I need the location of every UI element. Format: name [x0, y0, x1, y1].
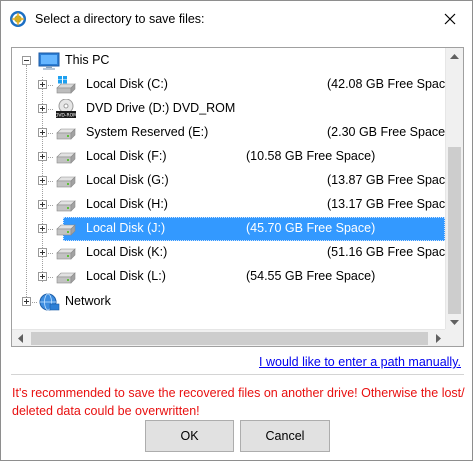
computer-icon: [38, 51, 60, 71]
scroll-left-arrow-icon[interactable]: [12, 330, 29, 346]
free-space-label: (54.55 GB Free Space): [246, 269, 376, 283]
tree-node-drive[interactable]: System Reserved (E:) (2.30 GB Free Space): [12, 121, 449, 145]
warning-message: It's recommended to save the recovered f…: [12, 386, 465, 418]
horizontal-scroll-thumb[interactable]: [31, 332, 428, 345]
enter-path-manually-link[interactable]: I would like to enter a path manually.: [259, 355, 461, 369]
tree-node-label: This PC: [65, 53, 110, 67]
tree-content: This PC Local Disk (C:) (42.08 GB Free Sp…: [12, 48, 456, 331]
hard-drive-icon: [55, 267, 77, 287]
hard-drive-icon: [55, 147, 77, 167]
tree-node-drive[interactable]: Local Disk (C:) (42.08 GB Free Space): [12, 73, 456, 97]
hard-drive-icon: [55, 195, 77, 215]
expand-toggle-icon[interactable]: [38, 200, 47, 209]
expand-toggle-icon[interactable]: [38, 80, 47, 89]
ok-button[interactable]: OK: [145, 420, 234, 452]
expand-toggle-icon[interactable]: [38, 128, 47, 137]
tree-node-label: Local Disk (H:): [86, 197, 168, 211]
dvd-drive-icon: DVD-ROM: [55, 98, 77, 119]
tree-node-this-pc[interactable]: This PC: [12, 49, 445, 73]
directory-tree[interactable]: This PC Local Disk (C:) (42.08 GB Free Sp…: [11, 47, 464, 347]
vertical-scroll-thumb[interactable]: [448, 147, 461, 314]
app-icon: [9, 10, 27, 28]
free-space-label: (51.16 GB Free Space): [327, 245, 457, 259]
tree-node-network[interactable]: Network: [12, 290, 445, 314]
windows-drive-icon: [55, 75, 77, 95]
free-space-label: (45.70 GB Free Space): [246, 221, 376, 235]
hard-drive-icon: [55, 123, 77, 143]
tree-node-label: Local Disk (C:): [86, 77, 168, 91]
close-button[interactable]: [428, 1, 472, 37]
vertical-scrollbar[interactable]: [445, 48, 463, 331]
expand-toggle-icon[interactable]: [38, 104, 47, 113]
horizontal-scrollbar[interactable]: [12, 329, 447, 346]
tree-node-label: Local Disk (J:): [86, 221, 166, 235]
tree-node-label: Local Disk (K:): [86, 245, 168, 259]
tree-node-drive[interactable]: Local Disk (K:) (51.16 GB Free Space): [12, 241, 456, 265]
hard-drive-icon: [55, 219, 77, 239]
tree-node-drive[interactable]: Local Disk (F:) (10.58 GB Free Space): [12, 145, 445, 169]
expand-toggle-icon[interactable]: [38, 152, 47, 161]
free-space-label: (13.87 GB Free Space): [327, 173, 457, 187]
tree-node-drive[interactable]: Local Disk (H:) (13.17 GB Free Space): [12, 193, 456, 217]
expand-toggle-icon[interactable]: [38, 224, 47, 233]
tree-node-label: DVD Drive (D:) DVD_ROM: [86, 101, 236, 115]
scroll-up-arrow-icon[interactable]: [446, 48, 463, 65]
tree-node-drive[interactable]: Local Disk (J:) (45.70 GB Free Space): [12, 217, 445, 241]
expand-toggle-icon[interactable]: [38, 272, 47, 281]
tree-node-label: Network: [65, 294, 111, 308]
tree-node-label: Local Disk (G:): [86, 173, 169, 187]
free-space-label: (13.17 GB Free Space): [327, 197, 457, 211]
expand-toggle-icon[interactable]: [22, 297, 31, 306]
tree-node-drive[interactable]: Local Disk (L:) (54.55 GB Free Space): [12, 265, 445, 289]
free-space-label: (42.08 GB Free Space): [327, 77, 457, 91]
tree-node-label: Local Disk (F:): [86, 149, 167, 163]
divider: [11, 374, 464, 375]
hard-drive-icon: [55, 243, 77, 263]
free-space-label: (10.58 GB Free Space): [246, 149, 376, 163]
network-icon: [38, 292, 60, 312]
collapse-toggle-icon[interactable]: [22, 56, 31, 65]
free-space-label: (2.30 GB Free Space): [327, 125, 450, 139]
save-directory-dialog: Select a directory to save files: This P…: [0, 0, 473, 461]
tree-node-label: System Reserved (E:): [86, 125, 209, 139]
svg-text:DVD-ROM: DVD-ROM: [55, 113, 77, 119]
tree-node-label: Local Disk (L:): [86, 269, 166, 283]
tree-node-drive[interactable]: Local Disk (G:) (13.87 GB Free Space): [12, 169, 456, 193]
expand-toggle-icon[interactable]: [38, 248, 47, 257]
close-icon: [444, 13, 456, 25]
scrollbar-corner: [445, 329, 463, 346]
title-bar: Select a directory to save files:: [1, 1, 472, 37]
hard-drive-icon: [55, 171, 77, 191]
cancel-button[interactable]: Cancel: [240, 420, 330, 452]
expand-toggle-icon[interactable]: [38, 176, 47, 185]
tree-node-drive[interactable]: DVD-ROM DVD Drive (D:) DVD_ROM: [12, 97, 445, 121]
dialog-title: Select a directory to save files:: [35, 12, 205, 26]
